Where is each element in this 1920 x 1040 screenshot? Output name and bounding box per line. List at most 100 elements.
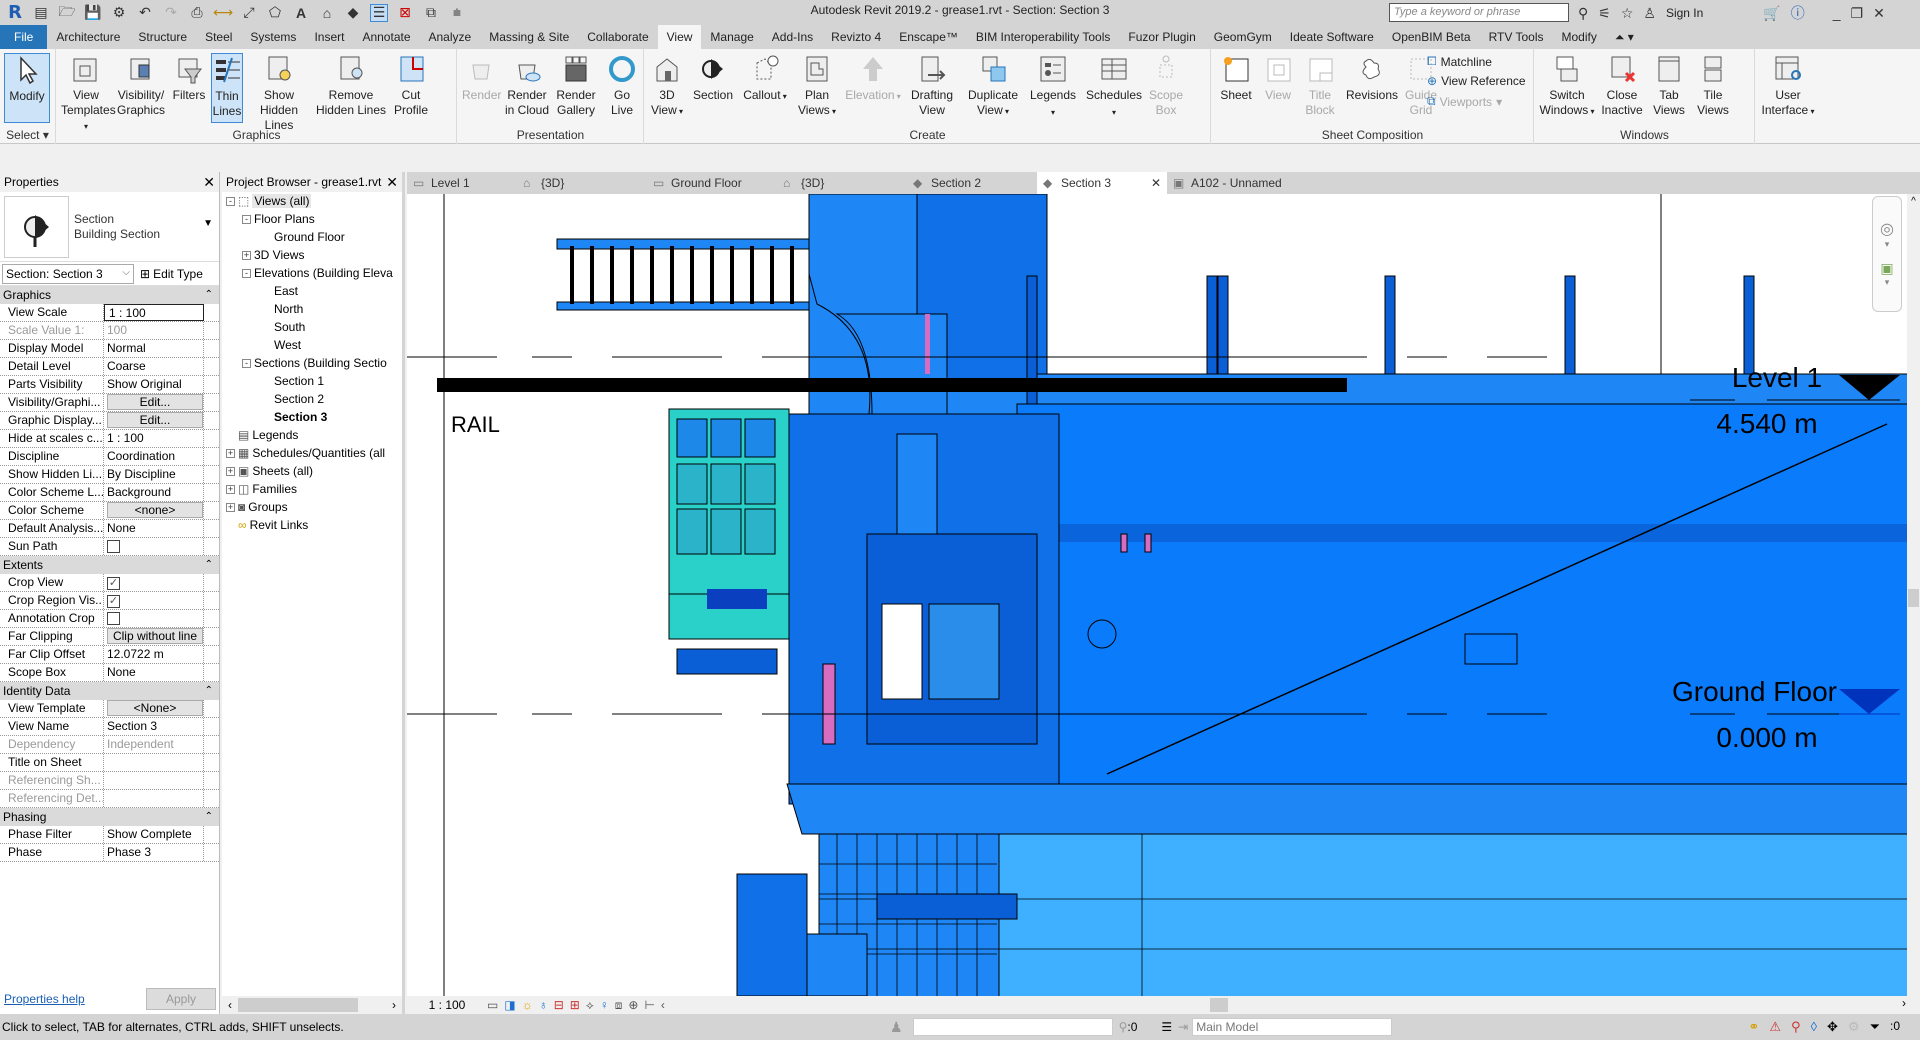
property-value[interactable]: Phase 3 — [104, 844, 204, 861]
group-phasing[interactable]: Phasing ⌃ — [0, 808, 219, 826]
subscription-center-icon[interactable]: ⚟ — [1598, 5, 1611, 22]
search-input[interactable]: Type a keyword or phrase — [1389, 3, 1569, 22]
worksharing-display-icon[interactable]: ⧈ — [615, 998, 623, 1013]
select-pinned-icon[interactable]: ⚲ — [1791, 1019, 1801, 1035]
ribbon-tab-file[interactable]: File — [0, 25, 48, 49]
view-vertical-scrollbar[interactable]: ^ — [1907, 194, 1920, 996]
browser-item[interactable]: - ⬚ Views (all) — [226, 194, 312, 208]
view-tab[interactable]: ▣ A102 - Unnamed — [1167, 172, 1307, 194]
switch-windows-button[interactable]: Switch Windows ▾ — [1539, 53, 1595, 119]
close-browser-icon[interactable]: ✕ — [386, 174, 398, 191]
crop-region-icon[interactable]: ⊞ — [570, 998, 580, 1013]
property-edit-button[interactable]: Edit... — [107, 412, 203, 428]
active-design-option-dropdown[interactable]: Main Model — [1192, 1018, 1393, 1036]
select-underlay-icon[interactable]: ⚠ — [1769, 1019, 1781, 1035]
minimize-icon[interactable]: _ — [1833, 5, 1841, 21]
app-menu-icon[interactable]: ▤ — [32, 4, 50, 22]
browser-item[interactable]: + ◫ Families — [226, 482, 297, 496]
close-hidden-windows-icon[interactable]: ⊠ — [396, 4, 414, 22]
render-in-cloud-button[interactable]: Render in Cloud — [504, 53, 550, 118]
editing-requests-icon[interactable]: ⚲ — [1119, 1020, 1128, 1034]
browser-item[interactable]: + ▣ Sheets (all) — [226, 464, 313, 478]
wheel-dropdown-icon[interactable]: ▾ — [1873, 239, 1901, 250]
ground-floor-name[interactable]: Ground Floor — [1637, 676, 1837, 708]
crop-view-icon[interactable]: ⊟ — [554, 998, 564, 1013]
collapse-chevron-icon[interactable]: ⌃ — [205, 556, 213, 574]
default-3d-view-icon[interactable]: ⌂ — [318, 4, 336, 22]
elevation-button[interactable]: Elevation ▾ — [845, 53, 901, 104]
browser-item[interactable]: West — [274, 338, 301, 352]
binoculars-icon[interactable]: ⚲ — [1578, 5, 1588, 22]
reveal-hidden-icon[interactable]: ♀ — [600, 998, 609, 1013]
property-value[interactable]: Show Original — [104, 376, 204, 393]
open-icon[interactable]: 🗁 — [58, 3, 76, 22]
property-edit-button[interactable]: Clip without line — [107, 628, 203, 644]
ribbon-tab-collaborate[interactable]: Collaborate — [578, 25, 657, 49]
schedules-button[interactable]: Schedules ▾ — [1083, 53, 1145, 120]
view-horizontal-scrollbar[interactable]: › — [665, 996, 1920, 1014]
expand-toggle-icon[interactable]: + — [226, 448, 235, 458]
select-panel-title[interactable]: Select ▾ — [0, 128, 55, 142]
sync-icon[interactable]: ⚙ — [110, 4, 128, 22]
title-block-button[interactable]: Title Block — [1300, 53, 1340, 118]
property-checkbox[interactable] — [107, 612, 120, 625]
ribbon-tab-enscape[interactable]: Enscape™ — [890, 25, 967, 49]
revisions-button[interactable]: Revisions — [1344, 53, 1400, 103]
property-checkbox[interactable] — [107, 540, 120, 553]
shadows-icon[interactable]: ♁ — [539, 998, 548, 1013]
redo-icon[interactable]: ↷ — [162, 4, 180, 22]
property-value[interactable]: Background — [104, 484, 204, 501]
sun-path-icon[interactable]: ☼ — [522, 998, 533, 1013]
close-inactive-button[interactable]: Close Inactive — [1599, 53, 1645, 118]
view-tab[interactable]: ⌂ {3D} — [777, 172, 907, 194]
horizontal-scroll-thumb[interactable] — [1209, 998, 1228, 1012]
browser-horizontal-scrollbar[interactable]: ‹ › — [222, 996, 402, 1014]
ribbon-tab-geomgym[interactable]: GeomGym — [1205, 25, 1281, 49]
property-value[interactable]: 1 : 100 — [104, 430, 204, 447]
property-checkbox[interactable]: ✓ — [107, 595, 120, 608]
property-edit-button[interactable]: Edit... — [107, 394, 203, 410]
ribbon-tab-add-ins[interactable]: Add-Ins — [763, 25, 822, 49]
ribbon-tab-annotate[interactable]: Annotate — [353, 25, 419, 49]
browser-item[interactable]: Section 1 — [274, 374, 324, 388]
browser-item[interactable]: East — [274, 284, 298, 298]
view-templates-button[interactable]: View Templates ▾ — [61, 53, 116, 134]
browser-item[interactable]: - Elevations (Building Eleva — [242, 266, 393, 280]
viewports-button[interactable]: ⧉ Viewports ▾ — [1427, 94, 1502, 109]
worksets-icon[interactable]: ♟ — [890, 1019, 903, 1036]
ribbon-tab-steel[interactable]: Steel — [196, 25, 241, 49]
expand-toggle-icon[interactable]: + — [226, 466, 235, 476]
view-reference-button[interactable]: ⊕ View Reference — [1427, 74, 1526, 88]
thin-lines-button[interactable]: Thin Lines — [211, 53, 243, 123]
show-hidden-lines-button[interactable]: Show Hidden Lines — [247, 53, 311, 133]
view-button[interactable]: View — [1260, 53, 1296, 103]
ribbon-tab-systems[interactable]: Systems — [241, 25, 305, 49]
matchline-button[interactable]: ⧠ Matchline — [1427, 54, 1492, 69]
property-value[interactable]: None — [104, 664, 204, 681]
active-workset-dropdown[interactable] — [912, 1018, 1113, 1036]
temporary-hide-icon[interactable]: ⟡ — [586, 998, 594, 1013]
browser-item[interactable]: South — [274, 320, 305, 334]
scope-box-button[interactable]: Scope Box — [1149, 53, 1183, 118]
ribbon-tab-revizto-4[interactable]: Revizto 4 — [822, 25, 890, 49]
apply-button[interactable]: Apply — [146, 988, 216, 1010]
3d-view-button[interactable]: 3D View ▾ — [649, 53, 685, 119]
ribbon-tab-view[interactable]: View — [657, 25, 702, 49]
property-value[interactable] — [104, 754, 204, 771]
browser-item[interactable]: Section 3 — [274, 410, 327, 424]
filter-icon[interactable]: ⏷ — [1870, 1019, 1880, 1035]
zoom-region-icon[interactable]: ▣ — [1873, 260, 1901, 277]
browser-item[interactable]: + ▦ Schedules/Quantities (all — [226, 446, 385, 460]
select-by-face-icon[interactable]: ◊ — [1811, 1019, 1817, 1035]
ribbon-tab-bim-interoperability-tools[interactable]: BIM Interoperability Tools — [967, 25, 1120, 49]
ribbon-tab-massing-site[interactable]: Massing & Site — [480, 25, 578, 49]
section-button[interactable]: Section — [689, 53, 737, 103]
browser-item[interactable]: - Sections (Building Sectio — [242, 356, 387, 370]
close-window-icon[interactable]: ✕ — [1873, 5, 1885, 22]
zoom-dropdown-icon[interactable]: ▾ — [1873, 277, 1901, 288]
measure-icon[interactable]: ⟷ — [213, 4, 233, 22]
collapse-chevron-icon[interactable]: ⌃ — [205, 682, 213, 700]
ribbon-tab-manage[interactable]: Manage — [701, 25, 762, 49]
render-gallery-button[interactable]: Render Gallery — [554, 53, 598, 118]
property-edit-button[interactable]: <None> — [107, 700, 203, 716]
